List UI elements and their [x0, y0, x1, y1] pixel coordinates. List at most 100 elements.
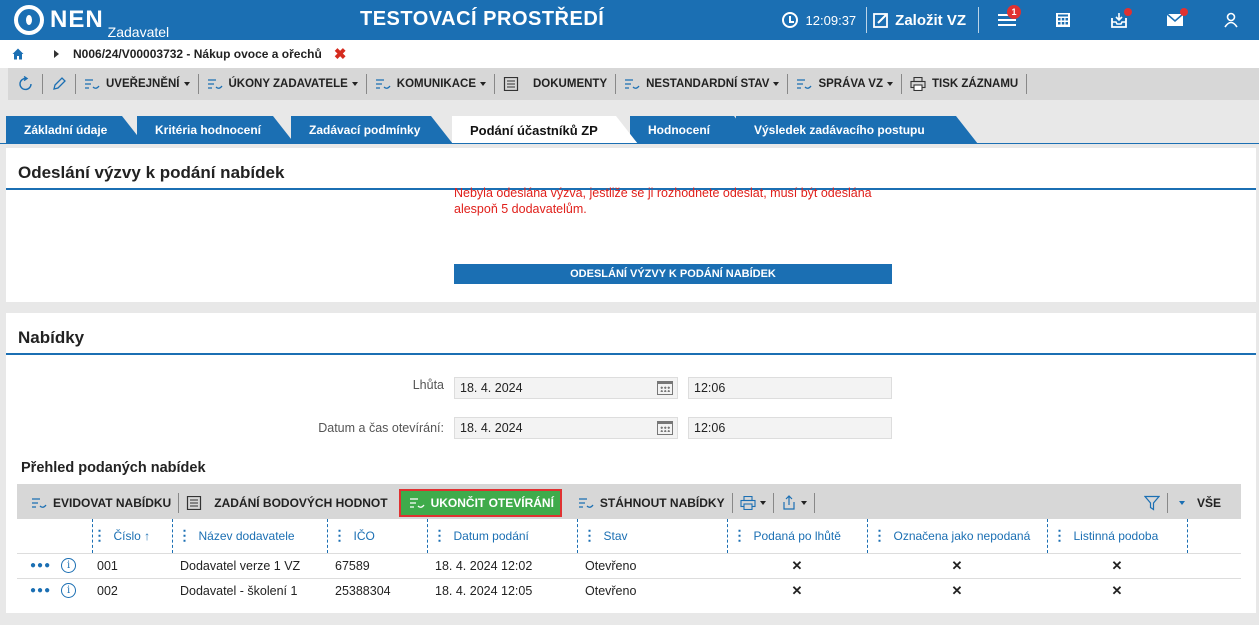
toolbar-label: NESTANDARDNÍ STAV [646, 78, 770, 90]
column-header-nazev[interactable]: ⋮ Název dodavatele [172, 519, 328, 553]
pencil-icon [53, 77, 66, 90]
edit-button[interactable] [43, 74, 76, 94]
tab-zadavaci-podminky[interactable]: Zadávací podmínky [291, 116, 453, 144]
tab-vysledek[interactable]: Výsledek zadávacího postupu [736, 116, 978, 144]
toolbar-ukony-zadavatele[interactable]: ÚKONY ZADAVATELE [199, 74, 367, 94]
create-vz-button[interactable]: Založit VZ [873, 12, 966, 29]
calendar-icon[interactable] [657, 421, 673, 435]
print-dropdown[interactable] [733, 493, 774, 513]
refresh-icon [19, 76, 32, 91]
tab-label: Hodnocení [648, 123, 710, 137]
column-label: IČO [353, 528, 375, 543]
column-header-cislo[interactable]: ⋮ Číslo ↑ [92, 519, 173, 553]
row-actions: ●●● i [17, 552, 92, 578]
panel-underline [6, 353, 1256, 355]
column-menu-icon[interactable]: ⋮ [873, 527, 887, 544]
toolbar-dokumenty[interactable]: DOKUMENTY [495, 74, 617, 94]
mail-dot [1180, 8, 1188, 16]
edit-icon [873, 13, 889, 28]
grid-toolbar: EVIDOVAT NABÍDKU ZADÁNÍ BODOVÝCH HODNOT … [17, 484, 1241, 522]
column-header-datum[interactable]: ⋮ Datum podání [427, 519, 578, 553]
clock-icon [781, 12, 798, 28]
logo-icon [14, 5, 44, 35]
inbox-dot [1124, 8, 1132, 16]
document-icon [187, 496, 202, 510]
chevron-down-icon [351, 82, 358, 86]
filler-header [1187, 519, 1241, 553]
chevron-down-icon [800, 501, 807, 505]
nen-logo[interactable]: NEN Zadavatel [14, 0, 169, 40]
button-label: UKONČIT OTEVÍRÁNÍ [430, 496, 554, 510]
column-menu-icon[interactable]: ⋮ [93, 527, 107, 544]
toolbar-label: SPRÁVA VZ [818, 78, 883, 90]
more-icon[interactable]: ●●● [30, 560, 51, 571]
info-icon[interactable]: i [61, 583, 77, 599]
cell-datum: 18. 4. 2024 12:02 [427, 552, 577, 578]
column-menu-icon[interactable]: ⋮ [733, 527, 747, 544]
toolbar-uverejneni[interactable]: UVEŘEJNĚNÍ [76, 74, 199, 94]
column-menu-icon[interactable]: ⋮ [333, 527, 347, 544]
printer-icon [740, 496, 756, 510]
send-invitation-button[interactable]: ODESLÁNÍ VÝZVY K PODÁNÍ NABÍDEK [454, 264, 892, 284]
mail-button[interactable] [1147, 0, 1203, 40]
breadcrumb-title[interactable]: N006/24/V00003732 - Nákup ovoce a ořechů [73, 47, 322, 61]
tab-kriteria-hodnoceni[interactable]: Kritéria hodnocení [137, 116, 295, 144]
row-actions-header [17, 519, 93, 553]
cell-filler [1187, 577, 1241, 603]
session-clock: 12:09:37 [781, 12, 856, 28]
toolbar-label: UVEŘEJNĚNÍ [106, 78, 180, 90]
column-header-stav[interactable]: ⋮ Stav [577, 519, 728, 553]
chevron-down-icon [1178, 501, 1185, 505]
column-header-nepodana[interactable]: ⋮ Označena jako nepodaná [867, 519, 1048, 553]
home-icon[interactable] [12, 48, 24, 60]
table-row[interactable]: ●●● i 002 Dodavatel - školení 1 25388304 … [17, 577, 1241, 603]
table-row[interactable]: ●●● i 001 Dodavatel verze 1 VZ 67589 18. … [17, 552, 1241, 578]
info-icon[interactable]: i [61, 558, 77, 573]
zadani-bodovych-hodnot-button[interactable]: ZADÁNÍ BODOVÝCH HODNOT [179, 493, 394, 513]
tab-zakladni-udaje[interactable]: Základní údaje [6, 116, 144, 144]
inbox-button[interactable] [1091, 0, 1147, 40]
opening-date-value: 18. 4. 2024 [460, 421, 523, 435]
stahnout-nabidky-button[interactable]: STÁHNOUT NABÍDKY [566, 493, 733, 513]
column-menu-icon[interactable]: ⋮ [1053, 527, 1067, 544]
calendar-icon[interactable] [657, 381, 673, 395]
column-header-ico[interactable]: ⋮ IČO [327, 519, 428, 553]
show-all-dropdown[interactable]: VŠE [1168, 493, 1241, 513]
calculator-button[interactable] [1035, 0, 1091, 40]
tab-label: Výsledek zadávacího postupu [754, 123, 925, 137]
cell-po-lhute: ✕ [727, 552, 867, 578]
deadline-time-field[interactable]: 12:06 [688, 377, 892, 399]
user-button[interactable] [1203, 0, 1259, 40]
column-label: Stav [603, 528, 628, 543]
column-header-listinna[interactable]: ⋮ Listinná podoba [1047, 519, 1188, 553]
toolbar-label: KOMUNIKACE [396, 78, 476, 90]
opening-date-field[interactable]: 18. 4. 2024 [454, 417, 678, 439]
workflow-icon [578, 498, 594, 508]
workflow-icon [409, 498, 425, 508]
filter-button[interactable] [1137, 493, 1168, 513]
toolbar-sprava-vz[interactable]: SPRÁVA VZ [788, 74, 902, 94]
column-menu-icon[interactable]: ⋮ [583, 527, 597, 544]
evidovat-nabidku-button[interactable]: EVIDOVAT NABÍDKU [17, 493, 180, 513]
deadline-date-field[interactable]: 18. 4. 2024 [454, 377, 678, 399]
column-menu-icon[interactable]: ⋮ [433, 527, 447, 544]
toolbar-nestandardni-stav[interactable]: NESTANDARDNÍ STAV [616, 74, 789, 94]
cell-cislo: 001 [92, 552, 172, 578]
ukoncit-otevirani-button[interactable]: UKONČIT OTEVÍRÁNÍ [398, 489, 562, 517]
opening-time-field[interactable]: 12:06 [688, 417, 892, 439]
show-all-label: VŠE [1196, 496, 1221, 510]
tab-podani-ucastniku[interactable]: Podání účastníků ZP [452, 116, 638, 144]
cell-listinna: ✕ [1047, 552, 1187, 578]
environment-title: TESTOVACÍ PROSTŘEDÍ [360, 8, 605, 30]
cell-stav: Otevřeno [577, 577, 727, 603]
logo-subtitle: Zadavatel [107, 24, 170, 40]
close-icon[interactable]: ✖ [334, 45, 347, 63]
toolbar-komunikace[interactable]: KOMUNIKACE [367, 74, 495, 94]
column-header-po-lhute[interactable]: ⋮ Podaná po lhůtě [727, 519, 868, 553]
export-dropdown[interactable] [774, 493, 815, 513]
column-menu-icon[interactable]: ⋮ [178, 527, 192, 544]
toolbar-tisk-zaznamu[interactable]: TISK ZÁZNAMU [902, 74, 1028, 94]
more-icon[interactable]: ●●● [30, 585, 51, 596]
menu-button[interactable]: 1 [979, 0, 1035, 40]
refresh-button[interactable] [8, 74, 43, 94]
